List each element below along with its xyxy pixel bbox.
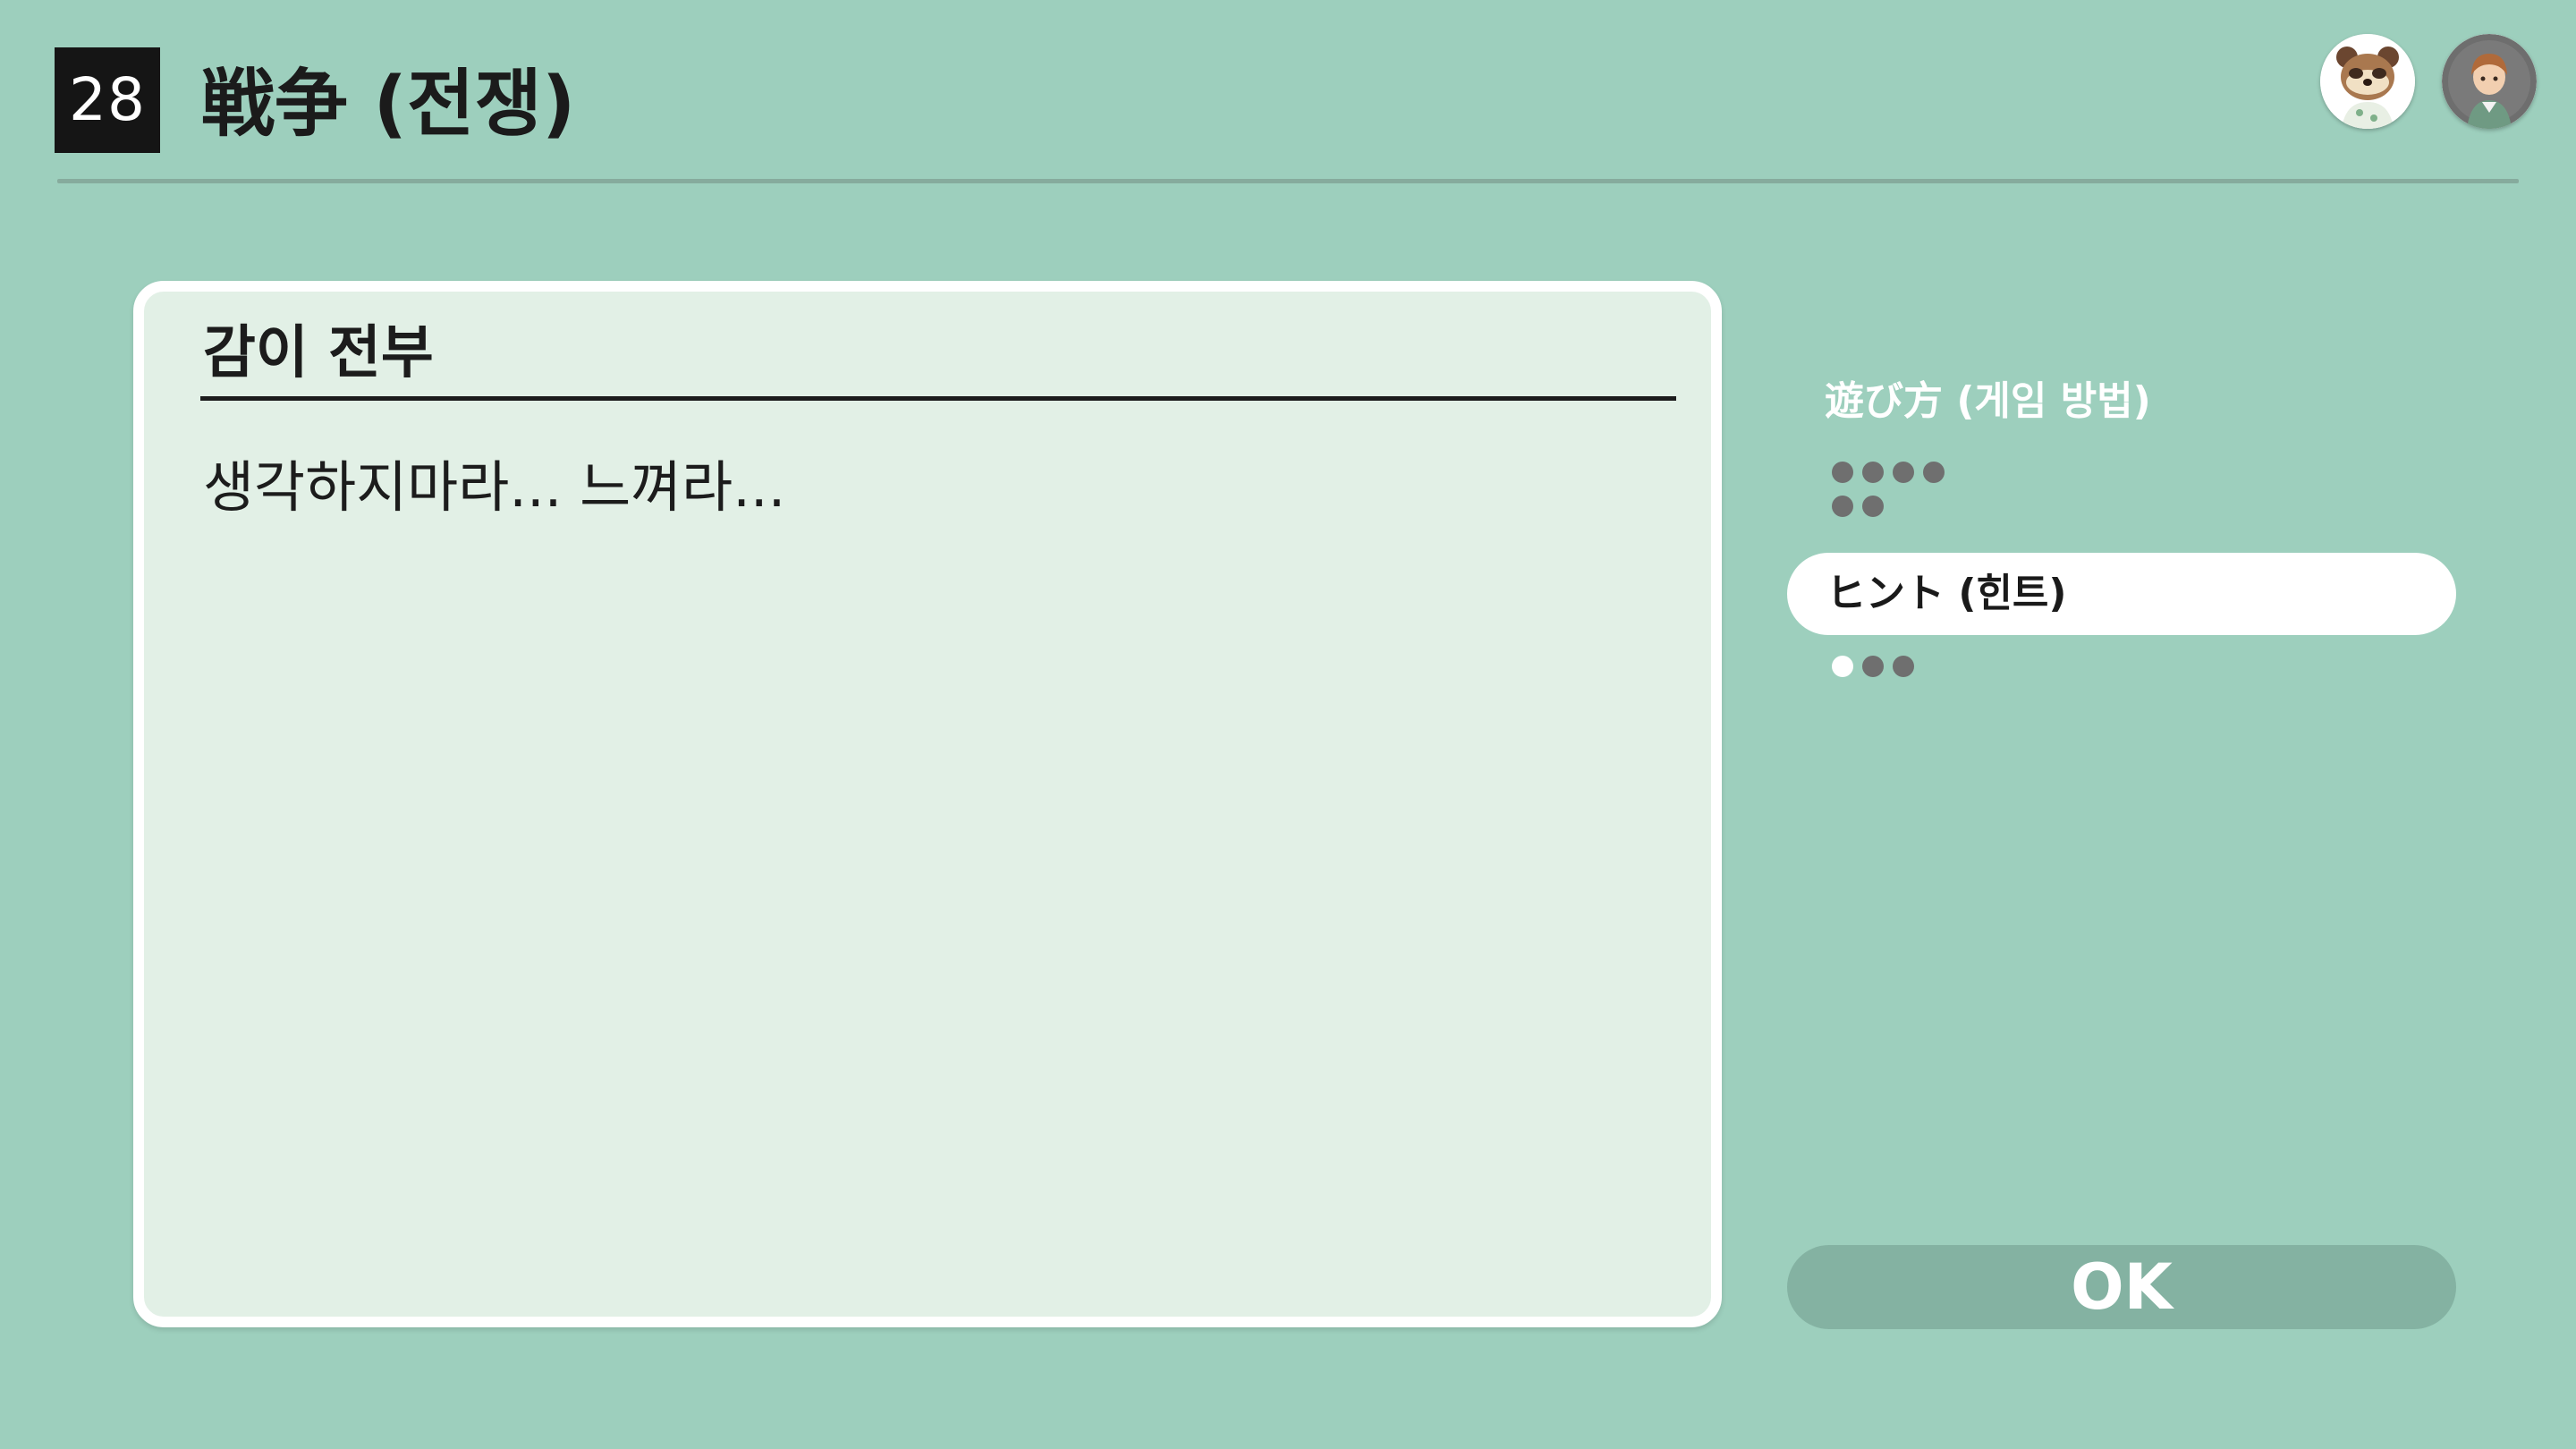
page-dot: [1862, 496, 1884, 517]
how-to-play-tab[interactable]: 遊び方 (게임 방법): [1825, 370, 2151, 433]
hint-tab-label: ヒント (힌트): [1826, 571, 2067, 616]
ok-button[interactable]: OK: [1787, 1245, 2456, 1329]
screen: 28 戦争 (전쟁) 감이 전부 생각하지마라... 느껴라... 遊び方 (게…: [0, 0, 2576, 1449]
header-divider: [57, 179, 2519, 183]
page-dot: [1923, 462, 1945, 483]
number-badge: 28: [55, 47, 160, 153]
page-dot: [1832, 496, 1853, 517]
page-dot: [1893, 462, 1914, 483]
raccoon-character-icon[interactable]: [2320, 34, 2415, 129]
page-title: 戦争 (전쟁): [201, 62, 576, 147]
hint-tab[interactable]: ヒント (힌트): [1787, 553, 2456, 635]
page-dot: [1862, 462, 1884, 483]
card-body-text: 생각하지마라... 느껴라...: [203, 454, 786, 520]
card-heading: 감이 전부: [203, 320, 434, 386]
card-divider: [200, 396, 1676, 401]
page-dot: [1832, 462, 1853, 483]
page-dot-active: [1832, 656, 1853, 677]
page-dot: [1893, 656, 1914, 677]
player-character-icon[interactable]: [2442, 34, 2537, 129]
page-dot: [1862, 656, 1884, 677]
hint-card: 감이 전부 생각하지마라... 느껴라...: [133, 281, 1722, 1327]
